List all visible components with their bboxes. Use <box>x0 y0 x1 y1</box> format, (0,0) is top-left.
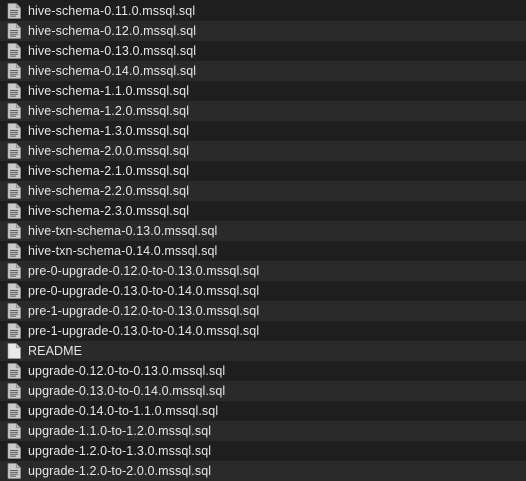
file-list: hive-schema-0.11.0.mssql.sql hive-schema-… <box>0 0 526 481</box>
file-name: hive-txn-schema-0.14.0.mssql.sql <box>28 244 218 258</box>
plain-file-icon <box>7 343 21 359</box>
file-name: hive-schema-0.14.0.mssql.sql <box>28 64 197 78</box>
file-row[interactable]: hive-schema-1.2.0.mssql.sql <box>0 101 526 121</box>
sql-file-icon <box>7 423 21 439</box>
sql-file-icon <box>7 303 21 319</box>
file-name: pre-0-upgrade-0.13.0-to-0.14.0.mssql.sql <box>28 284 260 298</box>
sql-file-icon <box>7 443 21 459</box>
file-name: hive-schema-1.2.0.mssql.sql <box>28 104 190 118</box>
sql-file-icon <box>7 103 21 119</box>
file-name: upgrade-0.13.0-to-0.14.0.mssql.sql <box>28 384 226 398</box>
file-row[interactable]: upgrade-0.13.0-to-0.14.0.mssql.sql <box>0 381 526 401</box>
file-row[interactable]: hive-txn-schema-0.14.0.mssql.sql <box>0 241 526 261</box>
file-name: hive-schema-1.1.0.mssql.sql <box>28 84 190 98</box>
file-name: hive-schema-0.11.0.mssql.sql <box>28 4 196 18</box>
file-row[interactable]: hive-schema-2.0.0.mssql.sql <box>0 141 526 161</box>
file-row[interactable]: upgrade-1.2.0-to-1.3.0.mssql.sql <box>0 441 526 461</box>
file-name: hive-schema-0.12.0.mssql.sql <box>28 24 197 38</box>
file-row[interactable]: hive-schema-1.1.0.mssql.sql <box>0 81 526 101</box>
file-row[interactable]: upgrade-1.1.0-to-1.2.0.mssql.sql <box>0 421 526 441</box>
file-row[interactable]: pre-0-upgrade-0.12.0-to-0.13.0.mssql.sql <box>0 261 526 281</box>
sql-file-icon <box>7 203 21 219</box>
file-name: upgrade-0.14.0-to-1.1.0.mssql.sql <box>28 404 219 418</box>
sql-file-icon <box>7 183 21 199</box>
file-name: hive-schema-2.0.0.mssql.sql <box>28 144 190 158</box>
file-row[interactable]: hive-schema-0.13.0.mssql.sql <box>0 41 526 61</box>
sql-file-icon <box>7 323 21 339</box>
file-row[interactable]: README <box>0 341 526 361</box>
sql-file-icon <box>7 23 21 39</box>
file-row[interactable]: hive-schema-2.2.0.mssql.sql <box>0 181 526 201</box>
file-row[interactable]: hive-schema-2.3.0.mssql.sql <box>0 201 526 221</box>
sql-file-icon <box>7 363 21 379</box>
file-name: upgrade-0.12.0-to-0.13.0.mssql.sql <box>28 364 226 378</box>
file-row[interactable]: pre-0-upgrade-0.13.0-to-0.14.0.mssql.sql <box>0 281 526 301</box>
file-row[interactable]: upgrade-1.2.0-to-2.0.0.mssql.sql <box>0 461 526 481</box>
sql-file-icon <box>7 3 21 19</box>
file-row[interactable]: upgrade-0.14.0-to-1.1.0.mssql.sql <box>0 401 526 421</box>
sql-file-icon <box>7 83 21 99</box>
sql-file-icon <box>7 123 21 139</box>
file-name: hive-schema-1.3.0.mssql.sql <box>28 124 190 138</box>
sql-file-icon <box>7 243 21 259</box>
file-name: hive-schema-2.1.0.mssql.sql <box>28 164 190 178</box>
sql-file-icon <box>7 43 21 59</box>
sql-file-icon <box>7 223 21 239</box>
file-name: hive-schema-0.13.0.mssql.sql <box>28 44 197 58</box>
sql-file-icon <box>7 143 21 159</box>
sql-file-icon <box>7 383 21 399</box>
sql-file-icon <box>7 403 21 419</box>
file-row[interactable]: hive-schema-1.3.0.mssql.sql <box>0 121 526 141</box>
file-row[interactable]: hive-txn-schema-0.13.0.mssql.sql <box>0 221 526 241</box>
file-name: hive-txn-schema-0.13.0.mssql.sql <box>28 224 218 238</box>
file-name: upgrade-1.1.0-to-1.2.0.mssql.sql <box>28 424 212 438</box>
file-row[interactable]: hive-schema-0.11.0.mssql.sql <box>0 1 526 21</box>
file-row[interactable]: hive-schema-2.1.0.mssql.sql <box>0 161 526 181</box>
file-name: hive-schema-2.2.0.mssql.sql <box>28 184 190 198</box>
file-row[interactable]: pre-1-upgrade-0.13.0-to-0.14.0.mssql.sql <box>0 321 526 341</box>
file-name: README <box>28 344 83 358</box>
sql-file-icon <box>7 463 21 479</box>
file-row[interactable]: hive-schema-0.14.0.mssql.sql <box>0 61 526 81</box>
sql-file-icon <box>7 163 21 179</box>
sql-file-icon <box>7 63 21 79</box>
sql-file-icon <box>7 283 21 299</box>
file-name: hive-schema-2.3.0.mssql.sql <box>28 204 190 218</box>
sql-file-icon <box>7 263 21 279</box>
file-name: upgrade-1.2.0-to-2.0.0.mssql.sql <box>28 464 212 478</box>
file-row[interactable]: hive-schema-0.12.0.mssql.sql <box>0 21 526 41</box>
file-name: pre-0-upgrade-0.12.0-to-0.13.0.mssql.sql <box>28 264 260 278</box>
file-row[interactable]: upgrade-0.12.0-to-0.13.0.mssql.sql <box>0 361 526 381</box>
file-name: pre-1-upgrade-0.12.0-to-0.13.0.mssql.sql <box>28 304 260 318</box>
file-name: pre-1-upgrade-0.13.0-to-0.14.0.mssql.sql <box>28 324 260 338</box>
file-name: upgrade-1.2.0-to-1.3.0.mssql.sql <box>28 444 212 458</box>
file-row[interactable]: pre-1-upgrade-0.12.0-to-0.13.0.mssql.sql <box>0 301 526 321</box>
